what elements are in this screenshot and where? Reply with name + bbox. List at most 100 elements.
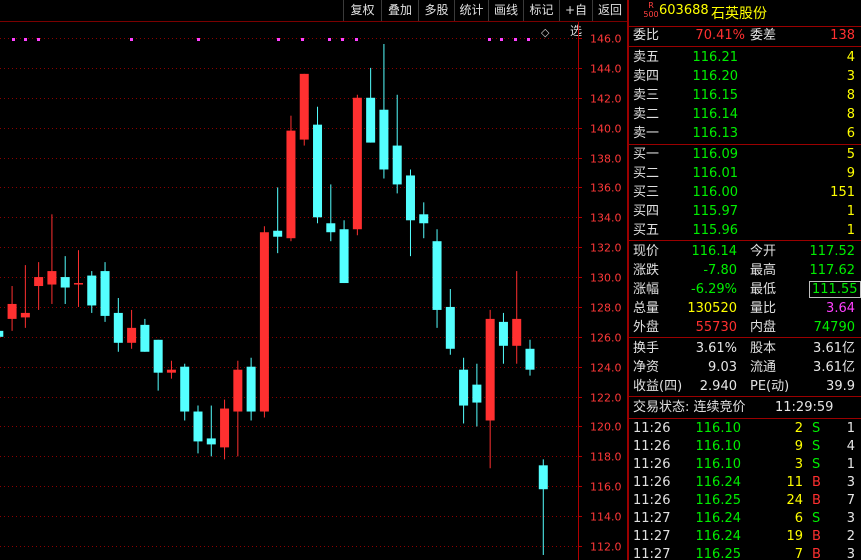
quote-label: 最低 [750,282,777,297]
candle-body[interactable] [352,97,362,230]
weicha-value: 138 [830,28,855,43]
y-axis-label: 146.0 [590,33,622,46]
toolbar-button-1[interactable]: 叠加 [381,0,418,21]
toolbar-button-5[interactable]: 标记 [523,0,559,21]
candle-body[interactable] [286,130,296,239]
fundamental-label: 股本 [750,341,777,356]
tick-volume: 3 [794,457,803,472]
tick-volume: 9 [794,439,803,454]
quote-label: 涨幅 [633,282,660,297]
tick-volume: 2 [794,421,803,436]
candle-body[interactable] [140,324,150,352]
candle-body[interactable] [273,230,283,237]
candle-body[interactable] [47,271,57,285]
tick-time: 11:26 [633,439,671,454]
y-axis-label: 138.0 [590,153,622,166]
tick-row: 11:27 116.24 6 S 3 [629,509,861,528]
candle-body[interactable] [180,366,190,412]
candle-body[interactable] [472,384,482,403]
candle-body[interactable] [233,369,243,412]
signal-dot [277,38,280,41]
kline-svg[interactable]: 146.0 144.0 142.0 140.0 138.0 136.0 134.0 132.0… [0,22,627,560]
candle-body[interactable] [166,369,176,373]
quote-value: 3.64 [826,301,855,316]
fundamental-row: 净资 9.03 流通 3.61亿 [629,358,861,377]
y-axis-label: 116.0 [590,481,622,494]
candle-body[interactable] [299,73,309,140]
candle-body[interactable] [366,97,376,143]
ask-label: 卖五 [633,50,660,65]
candle-body[interactable] [339,229,349,284]
tick-count: 2 [846,529,855,544]
signal-dot [197,38,200,41]
candle-body[interactable] [127,327,137,343]
candle-body[interactable] [432,241,442,310]
ask-volume: 4 [846,50,855,65]
trade-status-row: 交易状态: 连续竞价 11:29:59 [629,398,861,417]
y-axis-label: 144.0 [590,63,622,76]
candle-body[interactable] [538,465,548,490]
toolbar-button-0[interactable]: 复权 [343,0,381,21]
candle-body[interactable] [392,145,402,185]
tick-count: 7 [846,493,855,508]
toolbar: 复权 叠加 多股 统计 画线 标记 +自选 返回 [0,0,627,38]
candle-body[interactable] [246,366,256,412]
y-axis-label: 118.0 [590,451,622,464]
toolbar-button-7[interactable]: 返回 [592,0,627,21]
candle-body[interactable] [0,330,4,337]
candle-body[interactable] [379,109,389,170]
candle-body[interactable] [113,312,123,343]
toolbar-button-4[interactable]: 画线 [488,0,523,21]
fundamental-label: 流通 [750,360,777,375]
candle-body[interactable] [20,312,30,318]
ask-row: 卖二 116.14 8 [629,105,861,124]
candle-body[interactable] [313,124,323,218]
tick-time: 11:27 [633,547,671,560]
candle-body[interactable] [153,339,163,373]
trade-status-time: 11:29:59 [775,400,834,415]
candle-body[interactable] [34,277,44,287]
toolbar-button-6[interactable]: +自选 [559,0,592,38]
y-axis-label: 126.0 [590,332,622,345]
candle-body[interactable] [326,223,336,233]
bid-label: 买二 [633,166,660,181]
candle-body[interactable] [525,348,535,370]
candle-body[interactable] [498,321,508,346]
weibi-value: 70.41% [695,28,745,43]
y-axis-label: 128.0 [590,302,622,315]
tick-time: 11:27 [633,511,671,526]
toolbar-button-2[interactable]: 多股 [418,0,454,21]
candle-body[interactable] [193,411,203,442]
quote-label: 现价 [633,244,660,259]
toolbar-button-3[interactable]: 统计 [454,0,488,21]
candle-body[interactable] [60,277,70,288]
candle-body[interactable] [100,271,110,316]
kline-chart[interactable]: 146.0 144.0 142.0 140.0 138.0 136.0 134.0 132.0… [0,22,627,560]
fundamental-value: 3.61亿 [813,341,855,356]
candle-body[interactable] [206,438,216,445]
bid-price: 116.01 [692,166,739,181]
fundamental-value: 39.9 [826,379,855,394]
candle-body[interactable] [485,318,495,421]
candle-body[interactable] [7,303,17,319]
weibi-label: 委比 [633,28,660,43]
tick-volume: 6 [794,511,803,526]
fundamental-value: 3.61亿 [813,360,855,375]
candle-body[interactable] [445,306,455,349]
chart-marker-icon[interactable]: ◇ [541,26,550,39]
candle-body[interactable] [73,283,83,285]
tick-price: 116.24 [695,475,742,490]
tick-volume: 11 [786,475,803,490]
signal-dot [355,38,358,41]
candle-body[interactable] [512,318,522,346]
y-axis-label: 122.0 [590,392,622,405]
candle-body[interactable] [419,214,429,224]
candle-body[interactable] [459,369,469,406]
ask-volume: 3 [846,69,855,84]
candle-body[interactable] [259,232,269,412]
candle-body[interactable] [405,175,415,221]
candle-body[interactable] [87,275,97,306]
candle-body[interactable] [220,408,230,448]
signal-dot [130,38,133,41]
ask-label: 卖二 [633,107,660,122]
